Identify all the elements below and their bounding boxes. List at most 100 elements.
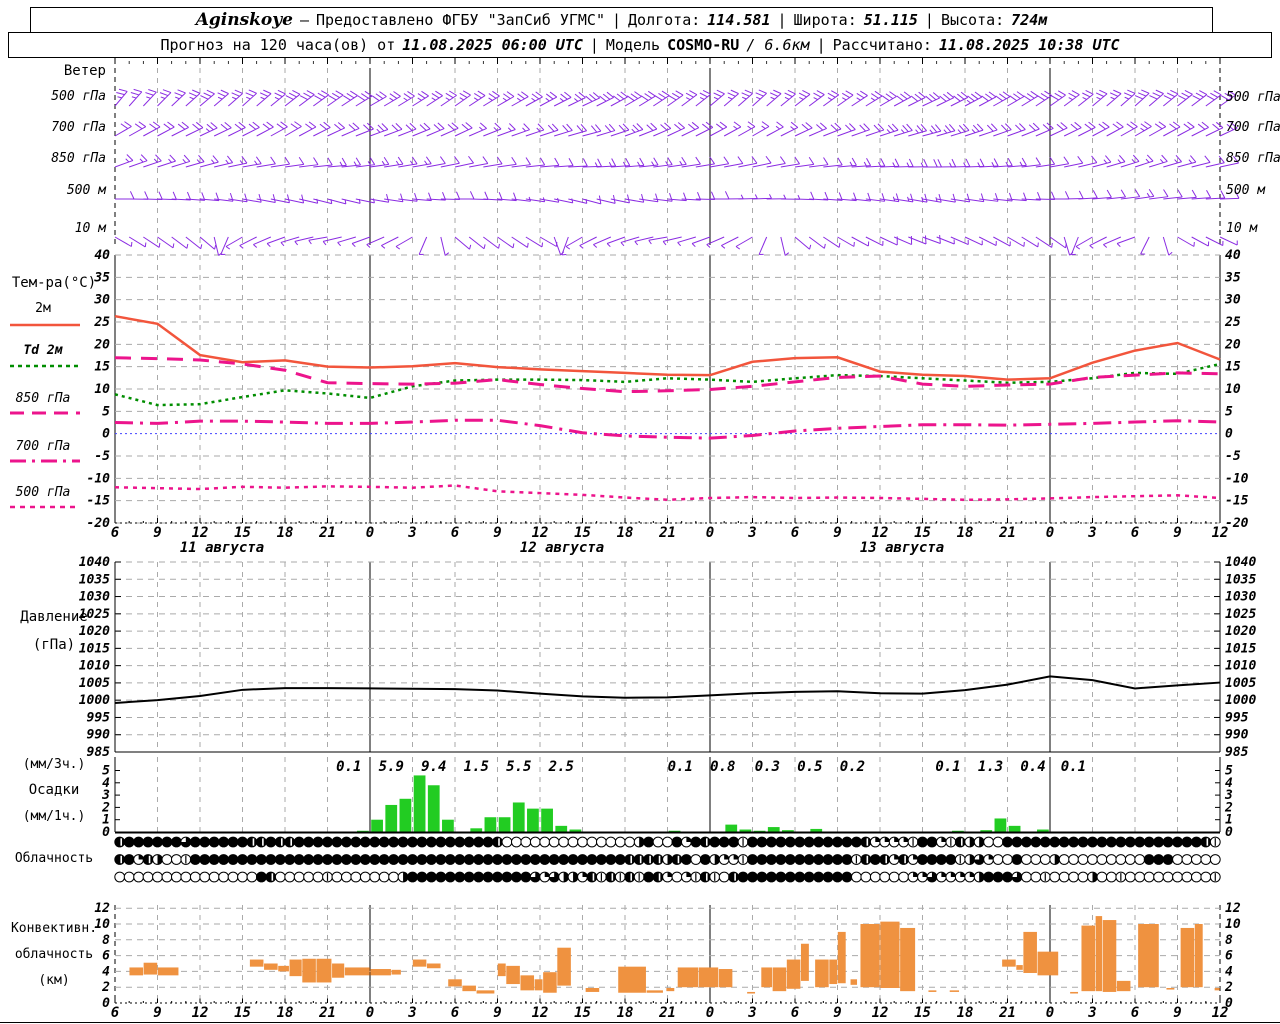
wind-barb-feather	[314, 95, 323, 101]
cloud-okta-symbol	[473, 836, 485, 848]
wind-barb-feather	[1057, 90, 1066, 96]
wind-barb-feather	[277, 89, 286, 95]
wind-barb-feather	[1035, 157, 1041, 166]
wind-barb-feather	[589, 93, 597, 101]
wind-barb-feather	[433, 124, 441, 131]
wind-barb-feather	[298, 156, 305, 165]
wind-barb-feather	[903, 91, 912, 98]
wind-barb-feather	[1021, 157, 1027, 166]
wind-barb-feather	[877, 123, 885, 131]
cloud-okta-symbol	[917, 854, 928, 865]
wind-barb-feather	[549, 91, 558, 98]
convective-cloud-bar	[462, 985, 476, 992]
wind-barb-feather	[660, 124, 668, 131]
wind-barb-halffeather	[459, 97, 464, 101]
cloud-okta-symbol	[1020, 854, 1032, 865]
precip-3h-sum: 0.1	[935, 759, 960, 775]
wind-barb-feather	[1074, 121, 1082, 129]
wind-barb-feather	[845, 90, 854, 96]
axis-tick-label: 1040	[79, 555, 110, 570]
wind-barb	[624, 96, 642, 107]
axis-tick-label: 1035	[1225, 572, 1256, 587]
wind-barb-feather	[1050, 191, 1056, 200]
wind-barb	[1092, 93, 1108, 107]
wind-barb-feather	[317, 92, 326, 98]
wind-barb-halffeather	[144, 242, 147, 248]
convective-cloud-bar	[718, 969, 733, 988]
wind-barb	[794, 236, 810, 250]
cloud-okta-symbol	[444, 836, 456, 848]
wind-barb-halffeather	[395, 160, 400, 166]
cloud-okta-symbol	[1172, 836, 1183, 848]
cloud-okta-symbol	[416, 871, 428, 883]
wind-barb-feather	[395, 122, 403, 130]
wind-barb-feather	[957, 93, 965, 100]
cloud-okta-symbol	[765, 836, 777, 848]
wind-barb	[114, 160, 134, 168]
cloud-okta-symbol	[1200, 854, 1212, 865]
convective-cloud-bar	[666, 987, 675, 992]
wind-barb-feather	[944, 125, 952, 133]
cloud-okta-symbol	[756, 871, 768, 883]
wind-barb	[199, 127, 218, 137]
wind-barb-halffeather	[991, 162, 995, 167]
cloud-okta-symbol	[218, 836, 230, 848]
cloud-okta-symbol	[114, 871, 126, 883]
wind-barb-feather	[1163, 95, 1172, 100]
wind-barb-feather	[856, 92, 865, 99]
cloud-okta-symbol	[133, 871, 145, 883]
wind-barb-halffeather	[376, 128, 381, 133]
wind-barb-feather	[397, 156, 404, 165]
cloud-okta-symbol	[1124, 871, 1136, 883]
axis-tick-label: 40	[94, 248, 110, 263]
wind-barb	[511, 96, 529, 107]
cloud-okta-symbol	[624, 871, 636, 883]
wind-barb-feather	[292, 89, 301, 95]
axis-tick-label: 30	[93, 293, 110, 308]
cloud-okta-symbol	[520, 836, 532, 848]
wind-barb-feather	[681, 156, 687, 165]
cloud-okta-symbol	[246, 871, 258, 883]
wind-barb	[964, 96, 983, 107]
wind-barb-feather	[158, 191, 163, 200]
cloud-okta-symbol	[463, 871, 475, 883]
wind-barb	[1106, 93, 1122, 107]
convective-cloud-bar	[278, 965, 289, 972]
wind-barb-feather	[206, 123, 214, 131]
wind-barb-halffeather	[186, 243, 189, 249]
cloud-okta-symbol	[784, 836, 796, 848]
time-label-bottom: 9	[153, 1005, 161, 1021]
cloud-okta-symbol	[180, 871, 192, 883]
wind-barb-feather	[784, 92, 793, 98]
wind-barb-feather	[195, 121, 204, 129]
wind-barb-halffeather	[1188, 159, 1193, 164]
cloud-okta-symbol	[1172, 854, 1183, 865]
wind-barb	[351, 236, 371, 244]
wind-barb-feather	[258, 193, 262, 203]
cloud-okta-symbol	[227, 871, 239, 883]
wind-barb-halffeather	[498, 243, 500, 249]
wind-barb	[298, 126, 317, 137]
wind-barb-feather	[1154, 123, 1163, 130]
wind-barb-feather	[332, 92, 340, 98]
wind-barb-halffeather	[516, 97, 522, 102]
cloud-okta-symbol	[161, 854, 173, 865]
cloud-okta-symbol	[255, 836, 267, 848]
wind-barb-feather	[231, 92, 240, 97]
wind-barb-halffeather	[784, 96, 790, 100]
wind-barb-feather	[159, 92, 169, 97]
wind-barb-feather	[437, 122, 445, 129]
time-label-bottom: 9	[1173, 1005, 1181, 1021]
wind-barb-feather	[606, 91, 614, 98]
wind-barb	[355, 128, 374, 137]
wind-barb-halffeather	[842, 97, 847, 101]
wind-barb-halffeather	[502, 97, 507, 102]
cloud-okta-symbol	[473, 854, 485, 865]
wind-barb-halffeather	[631, 128, 636, 133]
cloud-okta-symbol	[1030, 854, 1042, 865]
axis-tick-label: -15	[1225, 494, 1249, 509]
precip-bar	[527, 808, 539, 832]
wind-barb-halffeather	[727, 96, 733, 100]
wind-barb-halffeather	[239, 245, 244, 249]
wind-barb-halffeather	[483, 244, 486, 249]
